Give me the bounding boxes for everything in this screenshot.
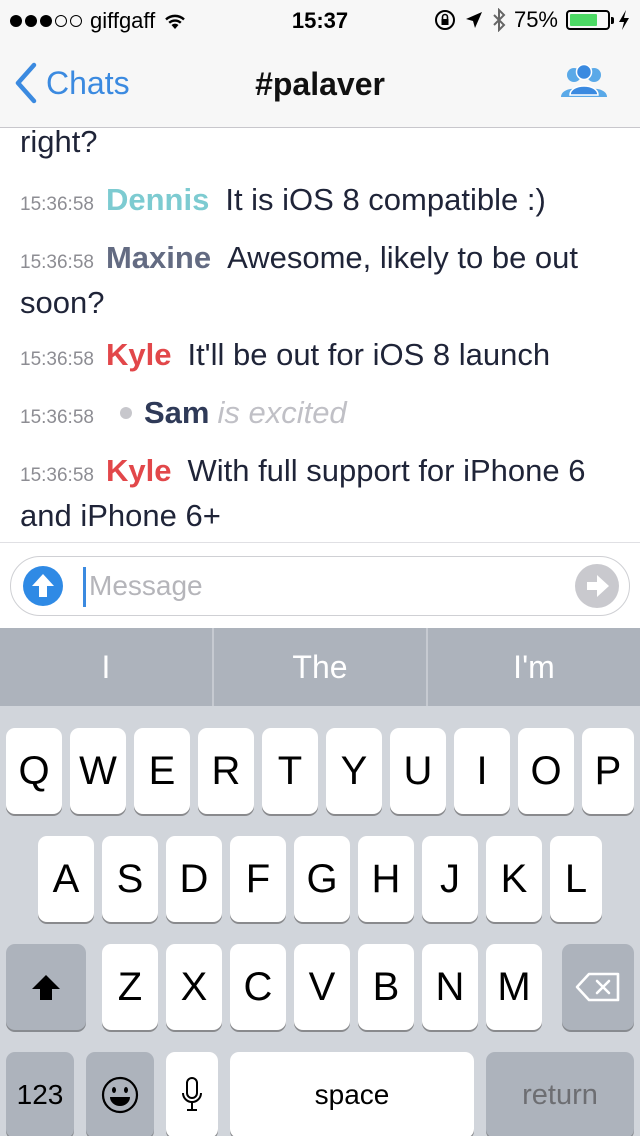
message-input[interactable] [89,563,549,609]
backspace-icon [575,972,620,1002]
key-g[interactable]: G [294,836,350,922]
return-key[interactable]: return [486,1052,634,1136]
key-l[interactable]: L [550,836,602,922]
message-continuation: right? [20,128,625,162]
key-q[interactable]: Q [6,728,62,814]
chat-message: 15:36:58 Maxine Awesome, likely to be out … [20,238,625,323]
emoji-icon [101,1076,139,1114]
message-timestamp: 15:36:58 [20,194,94,215]
upload-button[interactable] [23,566,63,606]
key-f[interactable]: F [230,836,286,922]
emoji-key[interactable] [86,1052,154,1136]
channel-title: #palaver [255,66,385,102]
shift-key[interactable] [6,944,86,1030]
users-button[interactable] [558,63,610,105]
key-e[interactable]: E [134,728,190,814]
chat-message: 15:36:58 Kyle With full support for iPhone… [20,451,625,536]
key-b[interactable]: B [358,944,414,1030]
arrow-up-icon [32,574,54,597]
message-nick[interactable]: Kyle [106,453,171,488]
battery-percent: 75% [513,7,558,32]
message-text: right? [20,128,98,159]
key-d[interactable]: D [166,836,222,922]
key-r[interactable]: R [198,728,254,814]
key-c[interactable]: C [230,944,286,1030]
microphone-icon [182,1077,202,1111]
chat-message: 15:36:58 Kyle It'll be out for iOS 8 launc… [20,335,625,380]
numbers-key[interactable]: 123 [6,1052,74,1136]
suggestion[interactable]: I'm [428,628,640,706]
navigation-bar: Chats #palaver [0,40,640,128]
key-p[interactable]: P [582,728,634,814]
keyboard: I The I'm Q W E R T Y U I O P A S D F G … [0,628,640,1136]
battery-icon [566,10,614,30]
key-v[interactable]: V [294,944,350,1030]
message-text: It'll be out for iOS 8 launch [187,337,551,372]
message-nick[interactable]: Kyle [106,337,171,372]
key-o[interactable]: O [518,728,574,814]
text-cursor [83,567,86,607]
message-input-container [10,556,630,616]
key-n[interactable]: N [422,944,478,1030]
message-text: Awesome, likely to be out soon? [20,240,579,320]
users-icon [561,63,607,97]
bluetooth-icon [493,8,506,32]
message-nick[interactable]: Maxine [106,240,211,275]
message-timestamp: 15:36:58 [20,407,94,428]
location-arrow-icon [465,12,482,28]
chat-message: 15:36:58 Dennis It is iOS 8 compatible :) [20,180,625,225]
suggestion[interactable]: I [0,628,214,706]
action-nick[interactable]: Sam [144,395,209,430]
charging-bolt-icon [619,10,629,30]
message-text: With full support for iPhone 6 and iPhon… [20,453,586,533]
message-nick[interactable]: Dennis [106,182,209,217]
key-h[interactable]: H [358,836,414,922]
key-x[interactable]: X [166,944,222,1030]
action-bullet-icon [119,407,132,420]
message-timestamp: 15:36:58 [20,252,94,273]
key-m[interactable]: M [486,944,542,1030]
shift-arrow-icon [32,975,60,1000]
action-text: is excited [217,395,347,430]
status-bar: giffgaff 15:37 75% [0,0,640,40]
key-k[interactable]: K [486,836,542,922]
key-i[interactable]: I [454,728,510,814]
key-z[interactable]: Z [102,944,158,1030]
predictive-bar: I The I'm [0,628,640,706]
chat-action: 15:36:58 Sam is excited [20,393,625,438]
key-y[interactable]: Y [326,728,382,814]
key-t[interactable]: T [262,728,318,814]
message-text: It is iOS 8 compatible :) [225,182,546,217]
key-w[interactable]: W [70,728,126,814]
battery-level [570,14,597,26]
key-s[interactable]: S [102,836,158,922]
delete-key[interactable] [562,944,634,1030]
key-j[interactable]: J [422,836,478,922]
message-timestamp: 15:36:58 [20,349,94,370]
space-key[interactable]: space [230,1052,474,1136]
suggestion[interactable]: The [214,628,428,706]
key-a[interactable]: A [38,836,94,922]
arrow-right-icon [587,575,609,597]
status-right: 75% [434,7,630,33]
chat-log[interactable]: right? 15:36:58 Dennis It is iOS 8 compati… [0,128,640,542]
orientation-lock-icon [434,10,455,30]
send-button[interactable] [575,564,619,608]
message-composer [0,543,640,628]
message-timestamp: 15:36:58 [20,465,94,486]
dictation-key[interactable] [166,1052,218,1136]
key-u[interactable]: U [390,728,446,814]
